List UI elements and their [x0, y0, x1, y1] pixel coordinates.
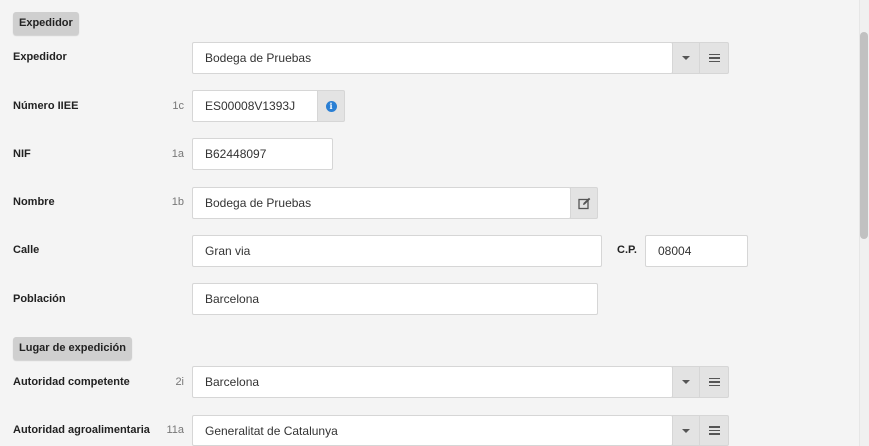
expedidor-label: Expedidor: [13, 51, 67, 63]
numero-iiee-label: Número IIEE: [13, 100, 79, 112]
autoridad-agroalimentaria-label: Autoridad agroalimentaria: [13, 424, 150, 436]
expedidor-select[interactable]: Bodega de Pruebas: [192, 42, 673, 74]
form-page: Expedidor Expedidor Bodega de Pruebas Nú…: [0, 0, 859, 446]
autoridad-agroalimentaria-select[interactable]: Generalitat de Catalunya: [192, 415, 673, 446]
list-icon: [708, 426, 720, 435]
nif-field[interactable]: B62448097: [192, 138, 333, 170]
chevron-down-icon: [682, 56, 690, 60]
autoridad-competente-code: 2i: [175, 376, 184, 388]
autoridad-competente-list-button[interactable]: [699, 366, 729, 398]
numero-iiee-code: 1c: [172, 100, 184, 112]
list-icon: [708, 377, 720, 387]
section-title-expedidor: Expedidor: [13, 12, 79, 35]
list-icon: [708, 53, 720, 63]
nombre-field[interactable]: Bodega de Pruebas: [192, 187, 571, 219]
numero-iiee-info-button[interactable]: i: [317, 90, 345, 122]
autoridad-agroalimentaria-list-button[interactable]: [699, 415, 729, 446]
chevron-down-icon: [682, 428, 690, 433]
numero-iiee-field[interactable]: ES00008V1393J: [192, 90, 319, 122]
autoridad-competente-select[interactable]: Barcelona: [192, 366, 673, 398]
expedidor-list-button[interactable]: [699, 42, 729, 74]
cp-label: C.P.: [617, 244, 637, 256]
chevron-down-icon: [682, 380, 690, 384]
autoridad-agroalimentaria-dropdown-button[interactable]: [672, 415, 700, 446]
expedidor-dropdown-button[interactable]: [672, 42, 700, 74]
nif-label: NIF: [13, 148, 31, 160]
autoridad-competente-label: Autoridad competente: [13, 376, 130, 388]
info-icon: i: [325, 100, 337, 112]
section-title-lugar-expedicion: Lugar de expedición: [13, 337, 132, 360]
poblacion-field[interactable]: Barcelona: [192, 283, 598, 315]
calle-field[interactable]: Gran via: [192, 235, 602, 267]
scrollbar-thumb[interactable]: [860, 32, 868, 239]
calle-label: Calle: [13, 244, 40, 256]
edit-icon: [577, 197, 590, 209]
nif-code: 1a: [171, 148, 184, 160]
cp-field[interactable]: 08004: [645, 235, 748, 267]
nombre-code: 1b: [171, 196, 184, 208]
autoridad-agroalimentaria-code: 11a: [166, 424, 184, 436]
poblacion-label: Población: [13, 293, 66, 305]
nombre-label: Nombre: [13, 196, 55, 208]
autoridad-competente-dropdown-button[interactable]: [672, 366, 700, 398]
nombre-edit-button[interactable]: [570, 187, 598, 219]
